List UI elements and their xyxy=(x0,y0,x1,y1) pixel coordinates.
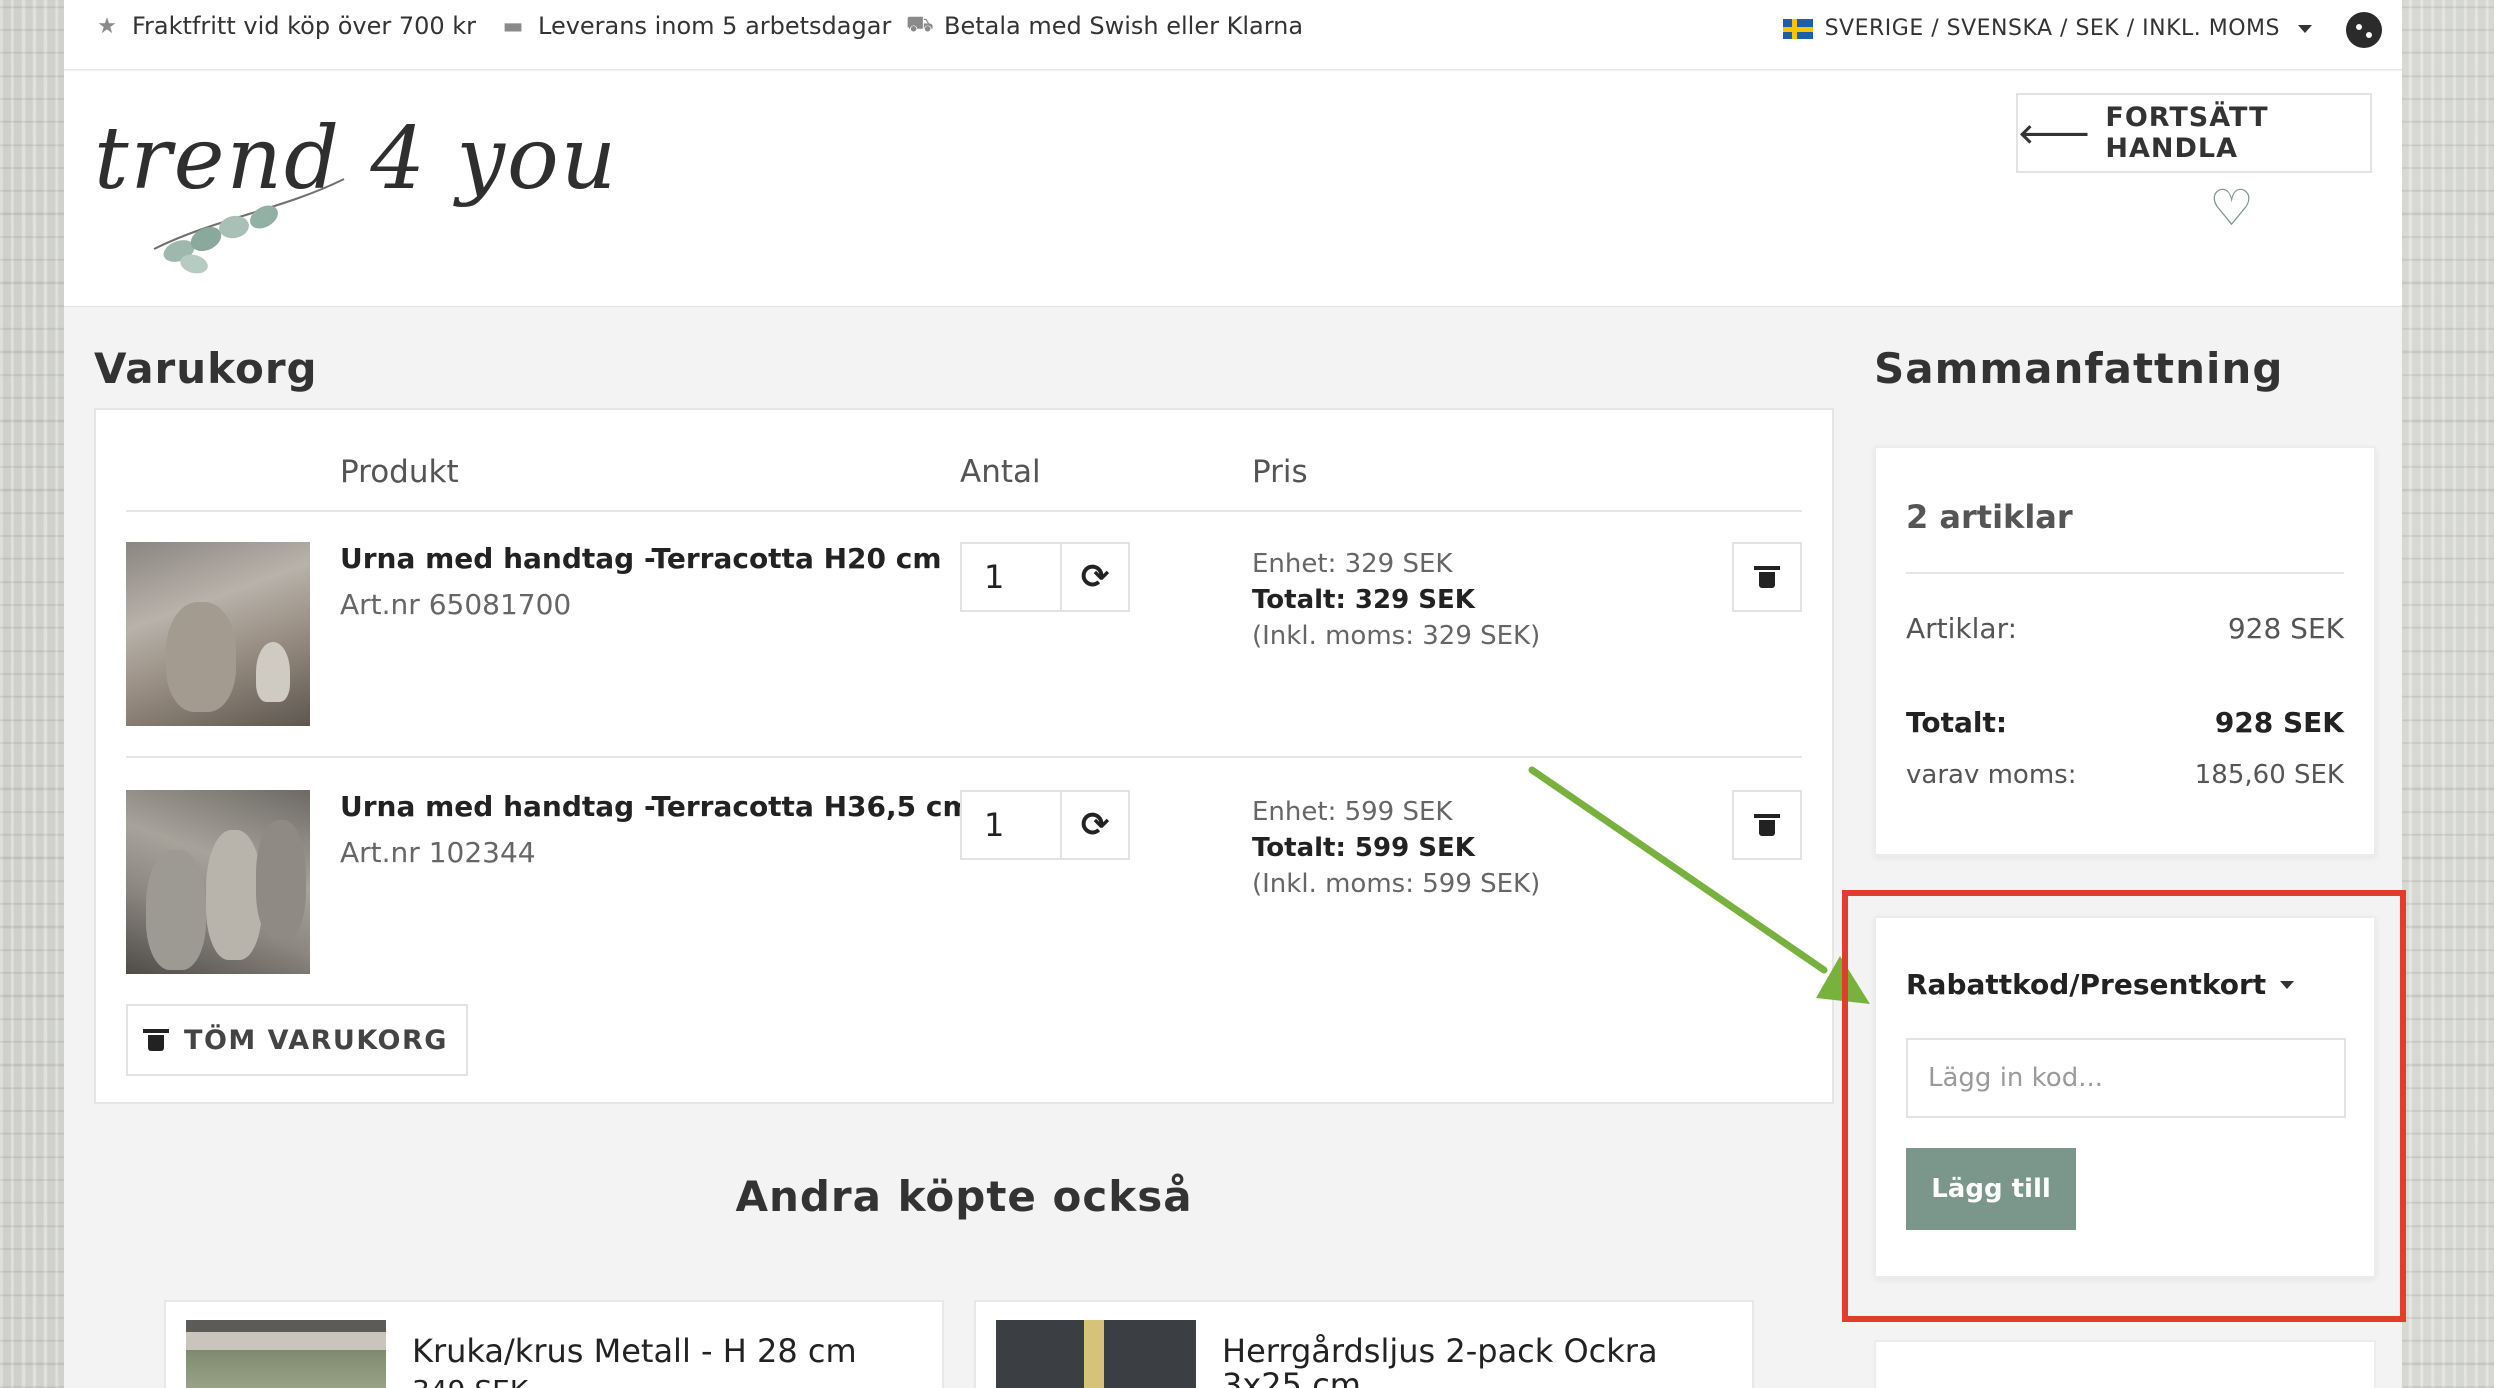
product-name[interactable]: Urna med handtag -Terracotta H20 cm xyxy=(340,542,942,575)
summary-total-row: Totalt: 928 SEK xyxy=(1906,706,2344,739)
cart-title: Varukorg xyxy=(94,344,318,393)
summary-panel: 2 artiklar Artiklar: 928 SEK Totalt: 928… xyxy=(1874,446,2376,856)
summary-title: Sammanfattning xyxy=(1874,344,2284,393)
price-info: Enhet: 329 SEK Totalt: 329 SEK (Inkl. mo… xyxy=(1252,546,1540,654)
vat-label: varav moms: xyxy=(1906,760,2077,790)
usp-text: Betala med Swish eller Klarna xyxy=(944,12,1304,40)
product-image[interactable] xyxy=(996,1320,1196,1388)
background-wood-left xyxy=(0,0,64,1388)
usp-delivery: ▬ Leverans inom 5 arbetsdagar xyxy=(500,12,892,40)
product-image[interactable] xyxy=(186,1320,386,1388)
trash-icon xyxy=(143,1029,170,1051)
arrow-left-icon: 🡐 xyxy=(2018,118,2092,150)
others-bought-title: Andra köpte också xyxy=(735,1172,1193,1221)
page: ★ Fraktfritt vid köp över 700 kr ▬ Lever… xyxy=(64,0,2406,1388)
sweden-flag-icon xyxy=(1782,18,1813,39)
heart-icon[interactable]: ♡ xyxy=(2209,183,2254,233)
quantity-stepper: ⟳ xyxy=(960,542,1130,612)
divider xyxy=(1906,572,2344,574)
quantity-stepper: ⟳ xyxy=(960,790,1130,860)
logo[interactable]: trend 4 you xyxy=(94,99,616,279)
continue-shopping-button[interactable]: 🡐 FORTSÄTT HANDLA xyxy=(2016,93,2372,173)
usp-text: Fraktfritt vid köp över 700 kr xyxy=(132,12,477,40)
unit-price: Enhet: 599 SEK xyxy=(1252,797,1453,827)
vat-value: 185,60 SEK xyxy=(2194,760,2344,790)
refresh-icon[interactable]: ⟳ xyxy=(1062,792,1128,858)
star-icon: ★ xyxy=(97,13,117,39)
refresh-icon[interactable]: ⟳ xyxy=(1062,544,1128,610)
caret-down-icon xyxy=(2298,24,2312,33)
recommended-product-card[interactable]: Herrgårdsljus 2-pack Ockra 3x25 cm xyxy=(974,1300,1754,1388)
usp-payment: ⛟ Betala med Swish eller Klarna xyxy=(906,12,1303,40)
locale-selector[interactable]: SVERIGE / SVENSKA / SEK / INKL. MOMS xyxy=(1782,16,2312,41)
usp-free-shipping: ★ Fraktfritt vid köp över 700 kr xyxy=(94,12,476,40)
empty-cart-label: TÖM VARUKORG xyxy=(184,1024,448,1056)
cart-icon: ⛟ xyxy=(906,12,934,37)
product-artnr: Art.nr 102344 xyxy=(340,836,536,869)
summary-articles-row: Artiklar: 928 SEK xyxy=(1906,612,2344,645)
truck-icon: ▬ xyxy=(502,13,524,39)
total-price: Totalt: 599 SEK xyxy=(1252,833,1475,863)
articles-value: 928 SEK xyxy=(2227,612,2344,645)
vat-price: (Inkl. moms: 329 SEK) xyxy=(1252,621,1541,651)
summary-vat-row: varav moms: 185,60 SEK xyxy=(1906,760,2344,790)
unit-price: Enhet: 329 SEK xyxy=(1252,549,1453,579)
summary-next-panel xyxy=(1874,1340,2376,1388)
price-info: Enhet: 599 SEK Totalt: 599 SEK (Inkl. mo… xyxy=(1252,794,1540,902)
empty-cart-button[interactable]: TÖM VARUKORG xyxy=(126,1004,468,1076)
annotation-arrow xyxy=(1528,766,1870,1004)
total-value: 928 SEK xyxy=(2214,706,2344,739)
article-count: 2 artiklar xyxy=(1906,498,2073,536)
total-label: Totalt: xyxy=(1906,706,2008,739)
cookie-icon[interactable] xyxy=(2346,12,2382,48)
product-title[interactable]: Herrgårdsljus 2-pack Ockra 3x25 cm xyxy=(1222,1334,1658,1388)
total-price: Totalt: 329 SEK xyxy=(1252,585,1475,615)
locale-label: SVERIGE / SVENSKA / SEK / INKL. MOMS xyxy=(1824,16,2280,41)
recommended-product-card[interactable]: Kruka/krus Metall - H 28 cm 349 SEK xyxy=(164,1300,944,1388)
continue-shopping-label: FORTSÄTT HANDLA xyxy=(2105,102,2269,164)
background-wood-right xyxy=(2402,0,2494,1388)
column-header-qty: Antal xyxy=(960,454,1041,490)
vat-price: (Inkl. moms: 599 SEK) xyxy=(1252,869,1541,899)
highlight-box xyxy=(1842,890,2406,1322)
product-title-line: Herrgårdsljus 2-pack Ockra xyxy=(1222,1332,1658,1370)
logo-text: trend 4 you xyxy=(94,109,619,209)
top-bar: ★ Fraktfritt vid köp över 700 kr ▬ Lever… xyxy=(64,0,2402,70)
column-header-price: Pris xyxy=(1252,454,1308,490)
remove-item-button[interactable] xyxy=(1732,542,1802,612)
trash-icon xyxy=(1754,566,1780,588)
usp-text: Leverans inom 5 arbetsdagar xyxy=(538,12,892,40)
column-header-product: Produkt xyxy=(340,454,459,490)
site-header: trend 4 you 🡐 FORTSÄTT HANDLA ♡ xyxy=(64,71,2402,307)
product-image[interactable] xyxy=(126,542,310,726)
quantity-input[interactable] xyxy=(962,544,1062,610)
product-price: 349 SEK xyxy=(412,1374,528,1388)
cart-row: Urna med handtag -Terracotta H20 cm Art.… xyxy=(126,512,1802,758)
product-title-line: 3x25 cm xyxy=(1222,1366,1361,1388)
product-image[interactable] xyxy=(126,790,310,974)
product-title[interactable]: Kruka/krus Metall - H 28 cm xyxy=(412,1334,857,1368)
product-name[interactable]: Urna med handtag -Terracotta H36,5 cm xyxy=(340,790,972,823)
quantity-input[interactable] xyxy=(962,792,1062,858)
articles-label: Artiklar: xyxy=(1906,612,2018,645)
product-artnr: Art.nr 65081700 xyxy=(340,588,572,621)
